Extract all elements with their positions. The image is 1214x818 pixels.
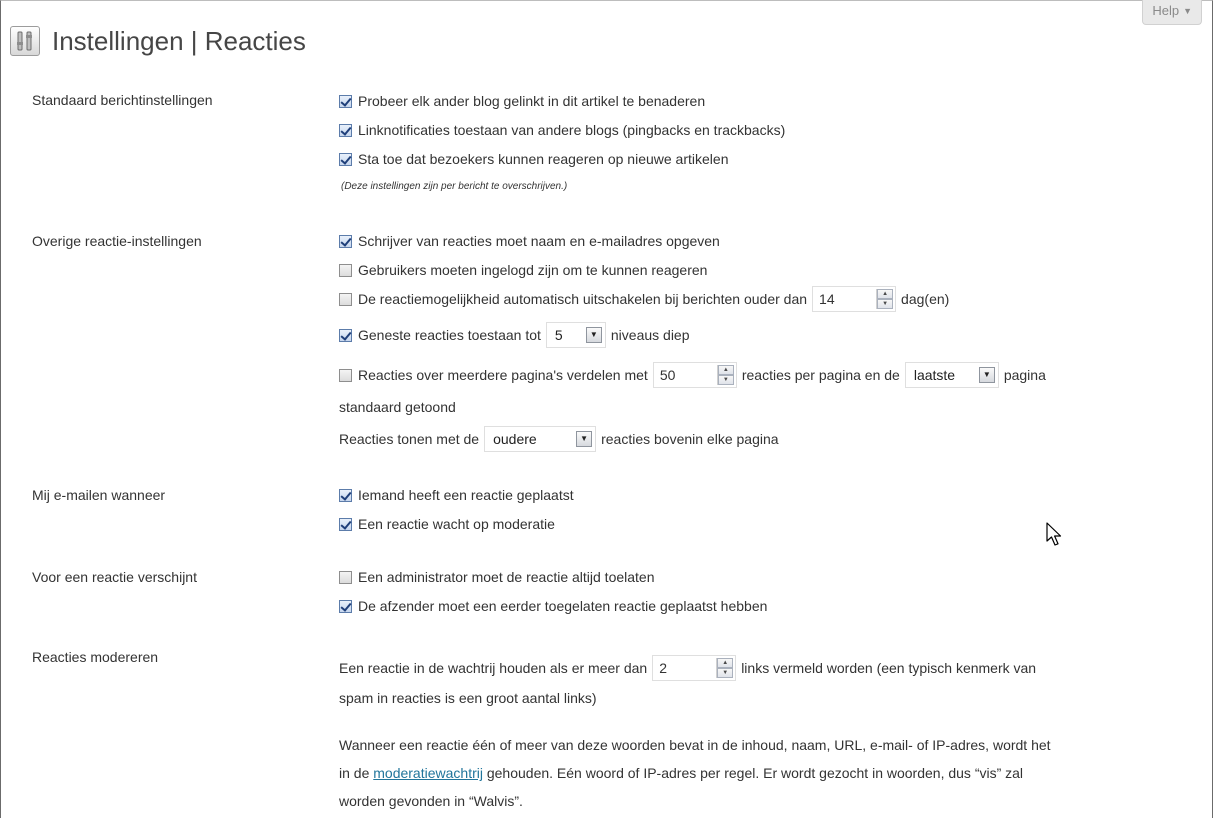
description-line-3: worden gevonden in “Walvis”. — [339, 793, 523, 809]
option-label: Reacties over meerdere pagina's verdelen… — [358, 367, 648, 383]
stepper-up-icon[interactable]: ▲ — [717, 658, 734, 668]
help-label: Help — [1152, 3, 1180, 18]
per-page-stepper[interactable]: 50 ▲ ▼ — [652, 362, 737, 388]
default-page-select[interactable]: laatste ▼ — [904, 362, 999, 388]
checkbox[interactable] — [339, 570, 352, 584]
comment-order-value: oudere — [493, 431, 537, 447]
override-note: (Deze instellingen zijn per bericht te o… — [341, 181, 568, 192]
stepper-arrows[interactable]: ▲ ▼ — [716, 365, 734, 385]
option-hold-links: Een reactie in de wachtrij houden als er… — [339, 655, 1036, 681]
option-label: spam in reacties is een groot aantal lin… — [339, 690, 597, 706]
option-require-login[interactable]: Gebruikers moeten ingelogd zijn om te ku… — [339, 261, 707, 279]
option-label: Een administrator moet de reactie altijd… — [358, 569, 655, 585]
checkbox[interactable] — [339, 328, 352, 342]
section-label-default-post: Standaard berichtinstellingen — [32, 92, 213, 108]
checkbox[interactable] — [339, 152, 352, 166]
option-label: Een reactie in de wachtrij houden als er… — [339, 660, 648, 676]
option-label: Geneste reacties toestaan tot — [358, 327, 541, 343]
option-hold-wrap: spam in reacties is een groot aantal lin… — [339, 689, 597, 707]
option-allow-pingbacks[interactable]: Linknotificaties toestaan van andere blo… — [339, 121, 785, 139]
section-label-email: Mij e-mailen wanneer — [32, 487, 166, 503]
chevron-down-icon[interactable]: ▼ — [978, 367, 995, 383]
stepper-arrows[interactable]: ▲ ▼ — [716, 658, 734, 678]
option-suffix: links vermeld worden (een typisch kenmer… — [741, 660, 1037, 676]
description-in-de: in de — [339, 765, 370, 781]
description-line-2: in de moderatiewachtrij gehouden. Eén wo… — [339, 759, 1199, 787]
option-middle: reacties per pagina en de — [741, 367, 900, 383]
option-attempt-notify[interactable]: Probeer elk ander blog gelinkt in dit ar… — [339, 92, 705, 110]
chevron-down-icon: ▼ — [1183, 6, 1192, 16]
option-suffix: dag(en) — [901, 291, 950, 307]
stepper-up-icon[interactable]: ▲ — [717, 365, 734, 375]
option-label: Iemand heeft een reactie geplaatst — [358, 487, 574, 503]
stepper-down-icon[interactable]: ▼ — [717, 375, 734, 385]
moderation-description: Wanneer een reactie één of meer van deze… — [339, 731, 1199, 815]
option-suffix: reacties bovenin elke pagina — [601, 431, 779, 447]
option-allow-comments[interactable]: Sta toe dat bezoekers kunnen reageren op… — [339, 150, 728, 168]
option-email-moderation[interactable]: Een reactie wacht op moderatie — [339, 515, 555, 533]
settings-icon — [10, 26, 40, 56]
option-suffix: pagina — [1003, 367, 1046, 383]
option-close-comments[interactable]: De reactiemogelijkheid automatisch uitsc… — [339, 286, 949, 312]
option-admin-approve[interactable]: Een administrator moet de reactie altijd… — [339, 568, 655, 586]
checkbox[interactable] — [339, 292, 352, 306]
checkbox[interactable] — [339, 488, 352, 502]
max-links-value: 2 — [659, 660, 667, 676]
checkbox[interactable] — [339, 517, 352, 531]
moderation-queue-link[interactable]: moderatiewachtrij — [373, 765, 483, 781]
stepper-arrows[interactable]: ▲ ▼ — [876, 289, 894, 309]
stepper-down-icon[interactable]: ▼ — [717, 668, 734, 678]
option-require-name-email[interactable]: Schrijver van reacties moet naam en e-ma… — [339, 232, 720, 250]
section-label-moderation: Reacties modereren — [32, 649, 159, 665]
option-paginate-comments[interactable]: Reacties over meerdere pagina's verdelen… — [339, 362, 1046, 388]
mouse-pointer-icon — [1046, 522, 1062, 546]
chevron-down-icon[interactable]: ▼ — [585, 327, 602, 343]
thread-depth-select[interactable]: 5 ▼ — [545, 322, 606, 348]
help-tab[interactable]: Help ▼ — [1142, 0, 1202, 25]
option-label: Probeer elk ander blog gelinkt in dit ar… — [358, 93, 706, 109]
option-label: De afzender moet een eerder toegelaten r… — [358, 598, 768, 614]
section-label-before-appears: Voor een reactie verschijnt — [32, 569, 197, 585]
option-wrap-text: standaard getoond — [339, 398, 456, 416]
checkbox[interactable] — [339, 599, 352, 613]
close-days-stepper[interactable]: 14 ▲ ▼ — [812, 286, 897, 312]
stepper-down-icon[interactable]: ▼ — [877, 299, 894, 309]
option-previously-approved[interactable]: De afzender moet een eerder toegelaten r… — [339, 597, 767, 615]
checkbox[interactable] — [339, 263, 352, 277]
option-label: De reactiemogelijkheid automatisch uitsc… — [358, 291, 808, 307]
page-title: Instellingen | Reacties — [52, 26, 306, 56]
section-label-other: Overige reactie-instellingen — [32, 233, 202, 249]
stepper-up-icon[interactable]: ▲ — [877, 289, 894, 299]
close-days-value: 14 — [819, 291, 835, 307]
option-label: Schrijver van reacties moet naam en e-ma… — [358, 233, 720, 249]
chevron-down-icon[interactable]: ▼ — [576, 431, 593, 447]
per-page-value: 50 — [659, 367, 676, 383]
option-label: standaard getoond — [339, 399, 456, 415]
option-label: Gebruikers moeten ingelogd zijn om te ku… — [358, 262, 708, 278]
checkbox[interactable] — [339, 94, 352, 108]
option-comment-order: Reacties tonen met de oudere ▼ reacties … — [339, 426, 779, 452]
checkbox[interactable] — [339, 234, 352, 248]
option-suffix: niveaus diep — [610, 327, 690, 343]
option-threaded-comments[interactable]: Geneste reacties toestaan tot 5 ▼ niveau… — [339, 322, 690, 348]
option-label: Een reactie wacht op moderatie — [358, 516, 555, 532]
checkbox[interactable] — [339, 368, 352, 382]
description-line-1: Wanneer een reactie één of meer van deze… — [339, 737, 1051, 753]
checkbox[interactable] — [339, 123, 352, 137]
thread-depth-value: 5 — [554, 327, 563, 343]
option-label: Reacties tonen met de — [339, 431, 480, 447]
option-label: Linknotificaties toestaan van andere blo… — [358, 122, 786, 138]
description-after: gehouden. Eén woord of IP-adres per rege… — [486, 765, 1024, 781]
option-email-posted[interactable]: Iemand heeft een reactie geplaatst — [339, 486, 574, 504]
option-label: Sta toe dat bezoekers kunnen reageren op… — [358, 151, 729, 167]
default-page-value: laatste — [913, 367, 956, 383]
comment-order-select[interactable]: oudere ▼ — [484, 426, 597, 452]
max-links-stepper[interactable]: 2 ▲ ▼ — [652, 655, 737, 681]
